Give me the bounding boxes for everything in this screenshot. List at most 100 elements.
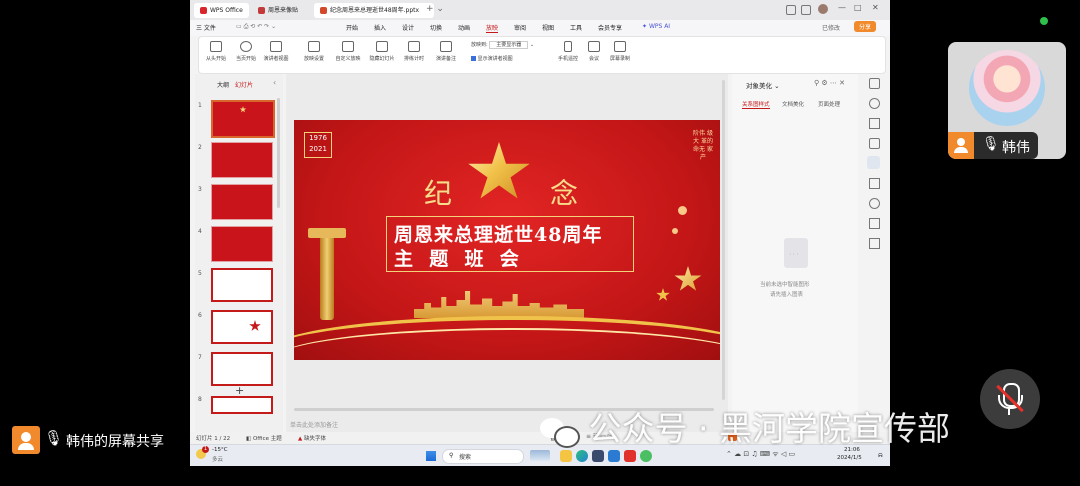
slide-thumbnail[interactable] <box>211 142 273 178</box>
menu-item-tools[interactable]: 工具 <box>570 23 582 32</box>
collapse-pane-icon[interactable]: ‹ <box>273 78 276 87</box>
menu-item-transition[interactable]: 切换 <box>430 23 442 32</box>
play-current-button[interactable]: 当页开始 <box>229 41 263 62</box>
thumbnail-scrollbar[interactable] <box>277 98 280 208</box>
empty-hint-line1: 当前未选中智能图形 <box>760 282 810 288</box>
hide-slide-button[interactable]: 隐藏幻灯片 <box>365 41 399 62</box>
tool-icon[interactable] <box>869 98 880 109</box>
tool-icon[interactable] <box>869 118 880 129</box>
tool-icon[interactable] <box>869 238 880 249</box>
screen-record-button[interactable]: 屏幕录制 <box>603 41 637 62</box>
tab-wps-office[interactable]: WPS Office <box>194 3 249 18</box>
play-icon <box>210 41 222 52</box>
notification-bell-icon[interactable]: ⍾ <box>878 451 883 460</box>
object-beautify-tool-icon[interactable] <box>867 156 880 169</box>
slide-thumbnail[interactable] <box>211 396 273 414</box>
tab-relation-style[interactable]: 关系图样式 <box>742 100 770 109</box>
window-titlebar: WPS Office 周恩来像贴 纪念周恩来总理逝世48周年.pptx + ⌄ … <box>190 0 890 20</box>
chat-app-icon[interactable] <box>640 450 652 462</box>
wps-ai-button[interactable]: ✦ WPS AI <box>642 23 670 30</box>
system-tray-icons[interactable]: ⌃ ☁ ⊡ ♫ ⌨ ᯤ ◁ ▭ <box>726 450 795 459</box>
windows-start-icon[interactable] <box>426 451 436 461</box>
slide-counter: 幻灯片 1 / 22 <box>196 436 231 442</box>
tool-icon[interactable] <box>869 218 880 229</box>
tool-icon[interactable] <box>869 78 880 89</box>
menu-item-review[interactable]: 审阅 <box>514 23 526 32</box>
taskbar-search-box[interactable]: ⚲ 搜索 <box>442 449 524 464</box>
star-icon <box>656 288 670 301</box>
connection-status-dot <box>1040 17 1048 25</box>
menu-item-animation[interactable]: 动画 <box>458 23 470 32</box>
mail-icon[interactable] <box>608 450 620 462</box>
menu-item-insert[interactable]: 插入 <box>374 23 386 32</box>
microphone-icon: 🎙 <box>44 429 64 447</box>
year-badge: 1976 2021 <box>304 132 332 158</box>
notes-icon <box>440 41 452 52</box>
theme-icon: ◧ <box>246 436 253 442</box>
slide-thumbnail[interactable] <box>211 352 273 386</box>
modified-indicator[interactable]: 已修改 <box>822 23 840 32</box>
wps-taskbar-icon[interactable] <box>624 450 636 462</box>
menu-item-view[interactable]: 视图 <box>542 23 554 32</box>
slide-thumbnail[interactable] <box>211 100 275 138</box>
slide-thumbnail[interactable] <box>211 268 273 302</box>
menu-bar: 三 文件 ▭ ⎙ ⟲ ↶ ↷ ⌄ 开始 插入 设计 切换 动画 放映 审阅 视图… <box>190 20 890 36</box>
share-button[interactable]: 分享 <box>854 21 877 32</box>
participant-video-tile[interactable]: 🎙 韩伟 <box>948 42 1066 159</box>
help-icon[interactable] <box>869 198 880 209</box>
presenter-icon <box>270 41 282 52</box>
screen-share-owner: 韩伟的屏幕共享 <box>66 434 164 450</box>
wechat-logo-icon <box>540 416 580 448</box>
tool-icon[interactable] <box>869 178 880 189</box>
pptx-icon <box>320 7 327 14</box>
notes-field[interactable]: 单击此处添加备注 <box>290 420 338 429</box>
speaker-notes-button[interactable]: 演讲备注 <box>429 41 463 62</box>
monitor-select[interactable]: 放映到: 主要显示器 ⌄ <box>471 41 534 49</box>
presenter-view-button[interactable]: 演讲者视图 <box>259 41 293 62</box>
empty-hint-line2: 请先插入图表 <box>770 292 804 298</box>
menu-item-slideshow[interactable]: 放映 <box>486 23 499 33</box>
play-from-start-button[interactable]: 从头开始 <box>199 41 233 62</box>
slide-thumbnail[interactable] <box>211 226 273 262</box>
edge-browser-icon[interactable] <box>576 450 588 462</box>
tab-outline[interactable]: 大纲 <box>217 80 229 89</box>
slide-thumbnail-pane: 大纲 幻灯片 ‹ 1 2 3 4 5 6 7 + 8 <box>195 74 283 432</box>
slide-thumbnail[interactable] <box>211 310 273 344</box>
pane-toolbar-icons[interactable]: ⚲ ⚙ ⋯ ✕ <box>814 79 845 87</box>
lantern-icon <box>678 206 687 215</box>
menu-item-member[interactable]: 会员专享 <box>598 23 622 32</box>
menu-item-start[interactable]: 开始 <box>346 23 358 32</box>
slide-title-line1: 周恩来总理逝世48周年 <box>394 224 603 246</box>
tab-slides[interactable]: 幻灯片 <box>235 80 253 89</box>
pane-title[interactable]: 对象美化 ⌄ <box>746 80 780 90</box>
custom-slideshow-button[interactable]: 自定义放映 <box>331 41 365 62</box>
tab-document-1[interactable]: 周恩来像贴 <box>252 3 304 18</box>
new-tab-button[interactable]: + ⌄ <box>426 4 444 14</box>
tab-presentation[interactable]: 纪念周恩来总理逝世48周年.pptx <box>314 3 434 18</box>
theme-name[interactable]: ◧ Office 主题 <box>246 434 282 442</box>
minimize-button[interactable]: — <box>838 3 846 12</box>
file-explorer-icon[interactable] <box>560 450 572 462</box>
missing-font-button[interactable]: ▲ 缺失字体 <box>298 434 326 442</box>
tab-page-processing[interactable]: 页面处理 <box>818 100 840 108</box>
maximize-button[interactable]: □ <box>854 3 862 12</box>
window-layout-icon[interactable] <box>786 5 796 15</box>
user-avatar[interactable] <box>818 4 828 14</box>
slideshow-settings-button[interactable]: 放映设置 <box>297 41 331 62</box>
quick-access-icons[interactable]: ▭ ⎙ ⟲ ↶ ↷ ⌄ <box>236 23 276 31</box>
close-button[interactable]: ✕ <box>872 3 879 12</box>
current-slide[interactable]: 1976 2021 阶伟 级大 革的 命无 家产 纪 念 周恩来总理逝世48周年… <box>294 120 720 360</box>
record-icon <box>614 41 626 52</box>
menu-item-design[interactable]: 设计 <box>402 23 414 32</box>
presenter-view-checkbox[interactable]: 显示演讲者视图 <box>471 55 513 62</box>
widget-chart-icon[interactable] <box>530 450 550 461</box>
tool-icon[interactable] <box>869 138 880 149</box>
file-menu[interactable]: 三 文件 <box>196 23 216 32</box>
canvas-vertical-scrollbar[interactable] <box>722 80 725 400</box>
store-icon[interactable] <box>592 450 604 462</box>
tab-doc-beautify[interactable]: 文档美化 <box>782 100 804 108</box>
rehearse-timing-button[interactable]: 排练计时 <box>397 41 431 62</box>
settings-screen-icon <box>308 41 320 52</box>
slide-thumbnail[interactable] <box>211 184 273 220</box>
window-list-icon[interactable] <box>801 5 811 15</box>
